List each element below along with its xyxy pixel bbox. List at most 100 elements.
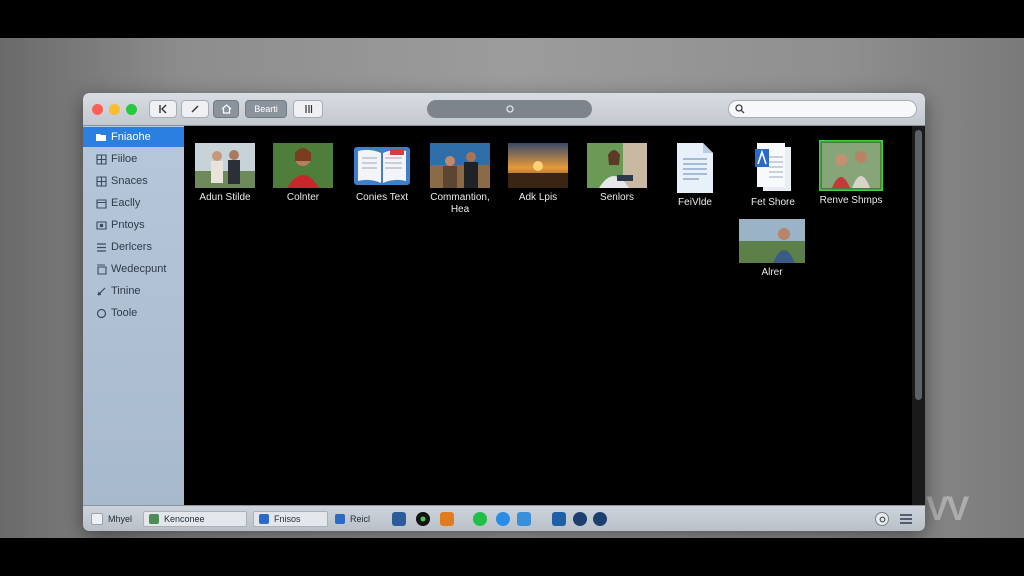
sidebar-item-label: Tinine bbox=[111, 285, 141, 297]
file-name: Fet Shore bbox=[751, 197, 795, 208]
file-name: Alrer bbox=[761, 267, 783, 278]
file-item[interactable]: Senlors bbox=[577, 143, 657, 204]
sidebar-item-tinine[interactable]: Tinine bbox=[83, 281, 184, 301]
dock-item-kenconee[interactable]: Kenconee bbox=[143, 511, 247, 527]
sidebar: Fniaohe Fiiloe Snaces Eaclly Pntoys Derl… bbox=[83, 126, 184, 505]
sidebar-item-fniaohe[interactable]: Fniaohe bbox=[83, 127, 184, 147]
dock-item-mhyel[interactable]: Mhyel bbox=[91, 511, 132, 527]
file-name: Conies Text bbox=[355, 192, 409, 203]
sidebar-item-label: Eaclly bbox=[111, 197, 141, 209]
dock-bar: Mhyel Kenconee Fnisos Reicl bbox=[83, 505, 925, 531]
photo-thumbnail bbox=[739, 219, 805, 263]
sidebar-item-wedecpunt[interactable]: Wedecpunt bbox=[83, 259, 184, 279]
back-button[interactable] bbox=[149, 100, 177, 118]
dock-item-label: Reicl bbox=[350, 514, 371, 524]
toolbar: Bearti bbox=[83, 93, 925, 126]
scroll-thumb[interactable] bbox=[915, 130, 922, 400]
file-item[interactable]: FeiVlde bbox=[655, 143, 735, 209]
back-icon bbox=[159, 104, 167, 114]
sidebar-item-label: Pntoys bbox=[111, 219, 145, 231]
path-bar[interactable] bbox=[427, 100, 592, 118]
dock-item-label: Fnisos bbox=[274, 514, 301, 524]
dock-item-label: Kenconee bbox=[164, 514, 205, 524]
cube-icon[interactable] bbox=[392, 512, 406, 526]
menu-icon[interactable] bbox=[899, 512, 913, 526]
app-icon bbox=[149, 514, 159, 524]
stack-icon bbox=[95, 263, 107, 275]
gear-icon[interactable] bbox=[573, 512, 587, 526]
search-icon bbox=[735, 104, 745, 114]
document-icon bbox=[677, 143, 713, 193]
book-icon bbox=[354, 147, 410, 185]
dock-item-reicl[interactable]: Reicl bbox=[335, 511, 370, 527]
dock-item-fnisos[interactable]: Fnisos bbox=[253, 511, 328, 527]
grid-icon bbox=[95, 153, 107, 165]
safari-icon[interactable] bbox=[496, 512, 510, 526]
photo-thumbnail bbox=[587, 143, 647, 188]
sidebar-item-derlcers[interactable]: Derlcers bbox=[83, 237, 184, 257]
file-name: Adk Lpis bbox=[518, 192, 558, 203]
file-name: Commantion, Hea bbox=[430, 192, 490, 215]
photo-thumbnail bbox=[430, 143, 490, 188]
document-icon bbox=[755, 143, 791, 191]
file-grid: Adun Stilde Colnter Conies Text Commanti… bbox=[184, 126, 912, 505]
sidebar-item-eaclly[interactable]: Eaclly bbox=[83, 193, 184, 213]
file-item[interactable]: Commantion, Hea bbox=[420, 143, 500, 216]
file-name: Adun Stilde bbox=[199, 192, 251, 203]
finder-window: Bearti Fniaohe Fiiloe Snaces Eaclly Pnto… bbox=[83, 93, 925, 531]
photo-thumbnail bbox=[508, 143, 568, 188]
file-item[interactable]: Alrer bbox=[732, 219, 812, 279]
photo-icon bbox=[95, 219, 107, 231]
file-item[interactable]: Colnter bbox=[263, 143, 343, 204]
messages-icon[interactable] bbox=[473, 512, 487, 526]
clock-icon[interactable] bbox=[593, 512, 607, 526]
path-icon bbox=[505, 105, 514, 113]
close-button[interactable] bbox=[92, 104, 103, 115]
sidebar-item-label: Snaces bbox=[111, 175, 148, 187]
power-icon[interactable] bbox=[875, 512, 889, 526]
circle-icon bbox=[95, 307, 107, 319]
search-input[interactable] bbox=[749, 103, 909, 115]
app-icon bbox=[259, 514, 269, 524]
edit-button[interactable] bbox=[181, 100, 209, 118]
file-item[interactable]: Conies Text bbox=[342, 143, 422, 204]
sidebar-item-toole[interactable]: Toole bbox=[83, 303, 184, 323]
photo-thumbnail bbox=[273, 143, 333, 188]
file-name: FeiVlde bbox=[678, 197, 712, 208]
watermark: VV bbox=[926, 490, 969, 528]
app-icon bbox=[335, 514, 345, 524]
search-field[interactable] bbox=[728, 100, 917, 118]
folder-icon bbox=[95, 131, 107, 143]
list-icon bbox=[95, 241, 107, 253]
sidebar-item-fiiloe[interactable]: Fiiloe bbox=[83, 149, 184, 169]
file-item[interactable]: Adun Stilde bbox=[185, 143, 265, 204]
file-item[interactable]: Fet Shore bbox=[733, 143, 813, 209]
photo-thumbnail bbox=[195, 143, 255, 188]
zoom-button[interactable] bbox=[126, 104, 137, 115]
file-item[interactable]: Adk Lpis bbox=[498, 143, 578, 204]
music-icon[interactable] bbox=[416, 512, 430, 526]
home-button[interactable] bbox=[213, 100, 239, 118]
sidebar-item-snaces[interactable]: Snaces bbox=[83, 171, 184, 191]
pencil-icon bbox=[191, 105, 199, 113]
sidebar-item-label: Fiiloe bbox=[111, 153, 138, 165]
file-name: Colnter bbox=[286, 192, 320, 203]
minimize-button[interactable] bbox=[109, 104, 120, 115]
view-mode-button[interactable]: Bearti bbox=[245, 100, 287, 118]
sidebar-item-label: Derlcers bbox=[111, 241, 152, 253]
file-name: Senlors bbox=[600, 192, 634, 203]
grid-icon bbox=[95, 175, 107, 187]
sidebar-item-label: Fniaohe bbox=[111, 131, 151, 143]
chart-icon[interactable] bbox=[440, 512, 454, 526]
photo-thumbnail bbox=[819, 140, 883, 191]
list-view-button[interactable] bbox=[293, 100, 323, 118]
pen-icon bbox=[95, 285, 107, 297]
list-view-icon bbox=[305, 105, 313, 113]
file-name: Renve Shmps bbox=[819, 195, 883, 206]
display-icon[interactable] bbox=[552, 512, 566, 526]
mail-icon[interactable] bbox=[517, 512, 531, 526]
dock-item-label: Mhyel bbox=[108, 514, 133, 524]
sidebar-item-pntoys[interactable]: Pntoys bbox=[83, 215, 184, 235]
file-item[interactable]: Renve Shmps bbox=[811, 140, 891, 207]
vertical-scrollbar[interactable] bbox=[912, 126, 925, 505]
